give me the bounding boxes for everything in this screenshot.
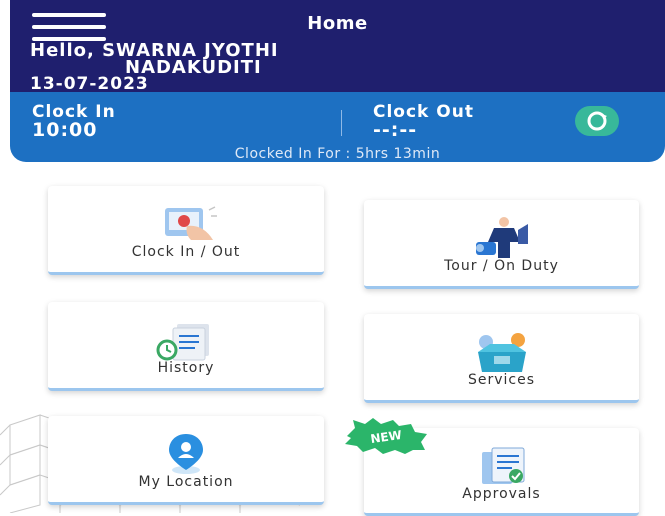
approvals-icon <box>481 447 524 484</box>
clock-status-bar: Clock In 10:00 Clock Out --:-- Clocked I… <box>10 92 665 162</box>
tile-clock-in-out[interactable]: Clock In / Out <box>48 186 324 275</box>
page-title: Home <box>307 13 368 34</box>
sync-icon <box>587 111 607 131</box>
clock-in-time: 10:00 <box>32 119 98 141</box>
tour-duty-icon <box>475 217 528 258</box>
tile-label: Approvals <box>462 486 541 502</box>
clock-in-out-icon <box>165 206 217 240</box>
tile-my-location[interactable]: My Location <box>48 416 324 505</box>
services-icon <box>477 333 526 372</box>
location-pin-icon <box>169 434 203 474</box>
tile-tour-on-duty[interactable]: Tour / On Duty <box>364 200 639 289</box>
history-icon <box>156 324 209 361</box>
tile-history[interactable]: History <box>48 302 324 391</box>
sync-button[interactable] <box>575 106 619 136</box>
new-badge: NEW <box>345 418 427 454</box>
greeting: Hello, SWARNA JYOTHI NADAKUDITI <box>30 42 279 77</box>
tile-label: History <box>157 360 215 376</box>
clocked-duration: Clocked In For : 5hrs 13min <box>234 146 441 162</box>
tile-label: Services <box>467 372 536 388</box>
clock-out-time: --:-- <box>373 119 418 141</box>
current-date: 13-07-2023 <box>30 74 149 94</box>
clock-divider <box>341 110 342 136</box>
tile-label: My Location <box>138 474 234 490</box>
app-header: Home Hello, SWARNA JYOTHI NADAKUDITI 13-… <box>10 0 665 94</box>
tile-label: Tour / On Duty <box>444 258 559 274</box>
tile-label: Clock In / Out <box>131 244 241 260</box>
tile-services[interactable]: Services <box>364 314 639 403</box>
